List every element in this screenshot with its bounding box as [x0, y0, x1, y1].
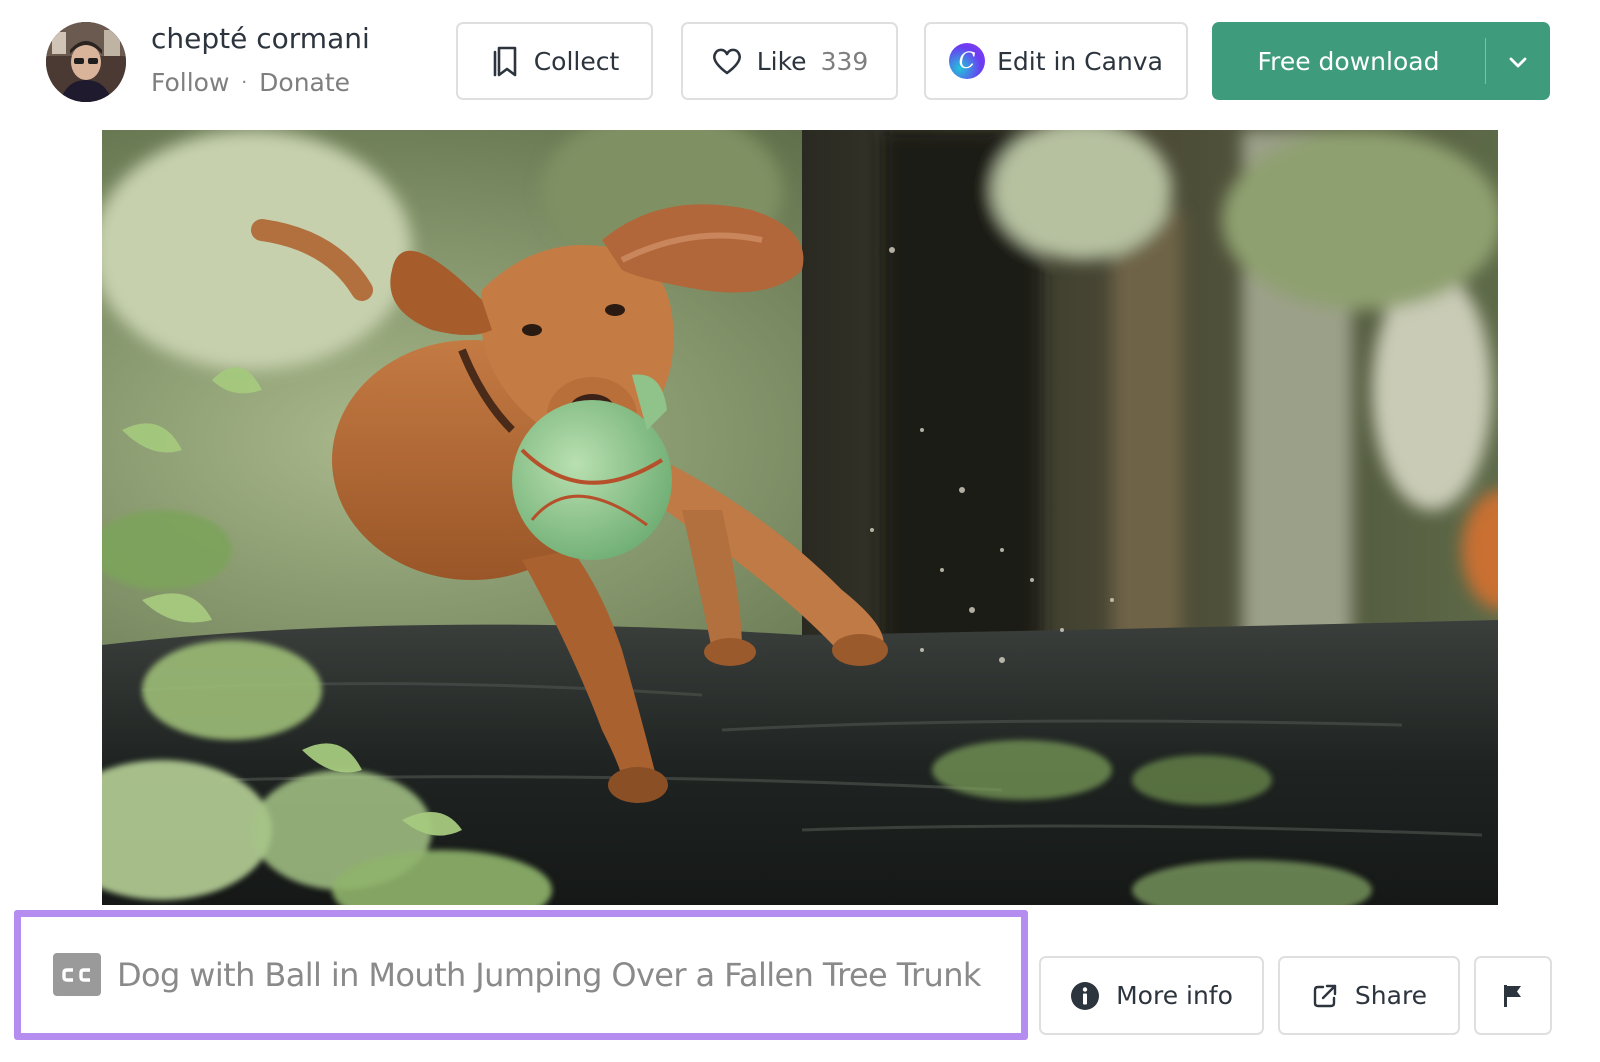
bookmark-icon — [490, 44, 520, 78]
info-icon — [1070, 981, 1100, 1011]
external-link-icon — [1311, 982, 1339, 1010]
report-button[interactable] — [1474, 956, 1552, 1035]
cc-icon[interactable] — [53, 953, 101, 996]
canva-label: Edit in Canva — [997, 46, 1163, 76]
more-info-button[interactable]: More info — [1039, 956, 1264, 1035]
follow-link[interactable]: Follow — [151, 68, 229, 97]
author-links: Follow · Donate — [151, 68, 350, 97]
photo-title: Dog with Ball in Mouth Jumping Over a Fa… — [117, 956, 981, 994]
canva-logo-icon: C — [949, 43, 986, 79]
like-button[interactable]: Like 339 — [681, 22, 898, 100]
author-name[interactable]: chepté cormani — [151, 22, 370, 55]
free-download-button[interactable]: Free download — [1212, 22, 1485, 100]
collect-label: Collect — [533, 46, 620, 76]
free-download-button-group: Free download — [1212, 22, 1550, 100]
main-photo[interactable] — [102, 130, 1498, 905]
like-count: 339 — [820, 46, 869, 76]
download-options-button[interactable] — [1486, 22, 1550, 100]
author-avatar[interactable] — [46, 22, 126, 102]
chevron-down-icon — [1508, 47, 1528, 76]
share-button[interactable]: Share — [1278, 956, 1460, 1035]
free-download-label: Free download — [1257, 46, 1440, 76]
flag-icon — [1501, 983, 1525, 1009]
more-info-label: More info — [1116, 981, 1233, 1010]
donate-link[interactable]: Donate — [259, 68, 350, 97]
collect-button[interactable]: Collect — [456, 22, 653, 100]
share-label: Share — [1354, 981, 1428, 1010]
edit-in-canva-button[interactable]: C Edit in Canva — [924, 22, 1188, 100]
like-label: Like — [756, 46, 807, 76]
separator-dot: · — [241, 72, 248, 93]
heart-icon — [711, 46, 743, 76]
